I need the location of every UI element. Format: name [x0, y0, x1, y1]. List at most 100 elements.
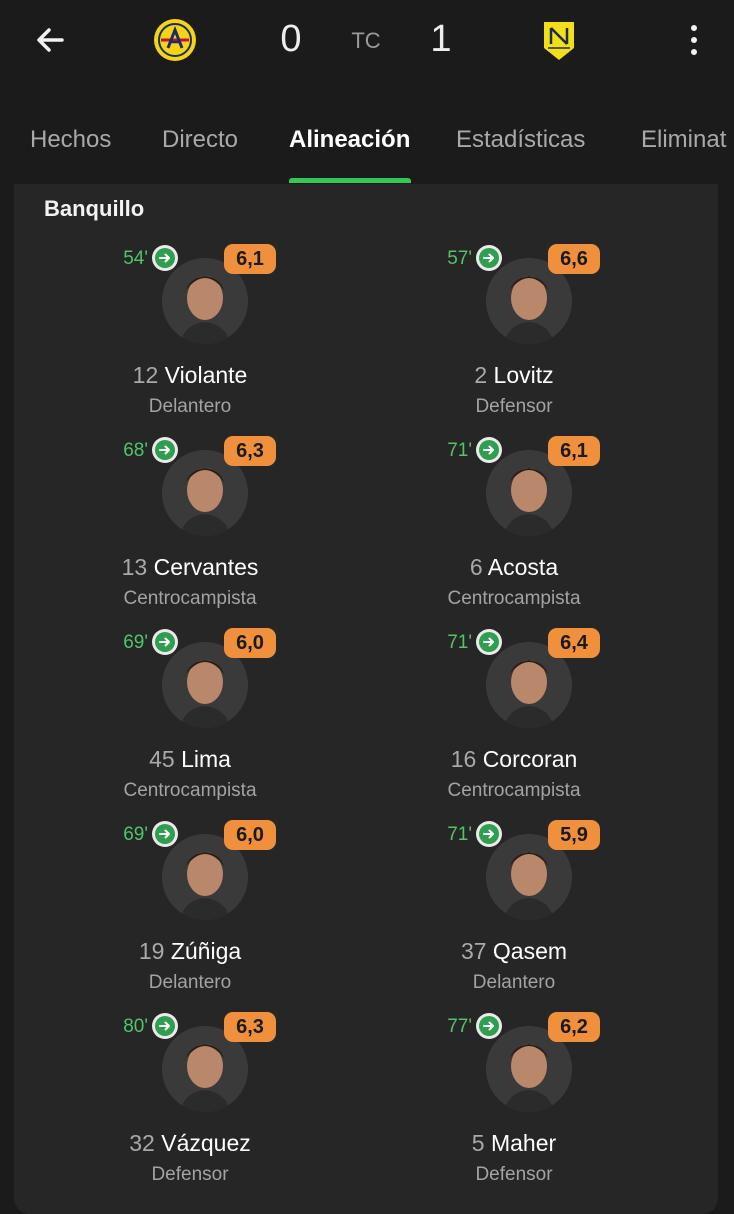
player-number: 19	[138, 938, 165, 964]
player-name-line: 32 Vázquez	[40, 1130, 340, 1157]
player-card-away[interactable]: 71' 6,1 6 Acosta Centrocampista	[364, 432, 664, 612]
player-name-line: 12 Violante	[40, 362, 340, 389]
away-team-logo[interactable]	[537, 18, 581, 62]
player-name: Qasem	[492, 938, 568, 964]
player-name-line: 37 Qasem	[364, 938, 664, 965]
substitution-minute: 69'	[123, 632, 148, 653]
bench-panel: Banquillo 54' 6,1 12 Violante Delantero 68' 6…	[14, 184, 718, 1214]
player-name-line: 5 Maher	[364, 1130, 664, 1157]
player-number: 6	[469, 554, 483, 580]
substitution-in-icon	[152, 245, 178, 271]
more-options-button[interactable]	[676, 18, 712, 62]
player-card-away[interactable]: 57' 6,6 2 Lovitz Defensor	[364, 240, 664, 420]
player-name-line: 2 Lovitz	[364, 362, 664, 389]
player-name: Corcoran	[482, 746, 578, 772]
tab-hechos[interactable]: Hechos	[30, 126, 111, 154]
substitution-in-icon	[476, 821, 502, 847]
player-number: 12	[132, 362, 159, 388]
player-name: Zúñiga	[170, 938, 242, 964]
player-position: Delantero	[148, 972, 232, 993]
more-vertical-icon	[691, 25, 697, 31]
player-position: Centrocampista	[123, 588, 257, 609]
tab-estadisticas[interactable]: Estadísticas	[456, 126, 585, 154]
substitution-in-icon	[152, 629, 178, 655]
nashville-sc-crest-icon	[544, 22, 574, 60]
player-number: 5	[471, 1130, 485, 1156]
player-card-home[interactable]: 68' 6,3 13 Cervantes Centrocampista	[40, 432, 340, 612]
player-card-away[interactable]: 77' 6,2 5 Maher Defensor	[364, 1008, 664, 1188]
substitution-minute: 80'	[123, 1016, 148, 1037]
home-score: 0	[280, 18, 302, 60]
substitution-minute: 54'	[123, 248, 148, 269]
match-header: 0 TC 1	[0, 0, 734, 90]
player-position: Delantero	[148, 396, 232, 417]
substitution-minute: 71'	[447, 632, 472, 653]
substitution-in-icon	[152, 1013, 178, 1039]
player-number: 2	[474, 362, 488, 388]
substitution-in-icon	[476, 1013, 502, 1039]
substitution-minute: 77'	[447, 1016, 472, 1037]
player-number: 37	[460, 938, 487, 964]
home-team-logo[interactable]	[153, 18, 197, 62]
player-name-line: 19 Zúñiga	[40, 938, 340, 965]
player-name-line: 45 Lima	[40, 746, 340, 773]
player-rating-badge: 6,0	[224, 628, 276, 658]
player-name: Maher	[490, 1130, 557, 1156]
player-rating-badge: 6,6	[548, 244, 600, 274]
player-card-away[interactable]: 71' 5,9 37 Qasem Delantero	[364, 816, 664, 996]
away-score: 1	[430, 18, 452, 60]
player-name-line: 13 Cervantes	[40, 554, 340, 581]
player-position: Centrocampista	[123, 780, 257, 801]
tab-eliminatorias[interactable]: Eliminat	[641, 126, 726, 154]
player-position: Centrocampista	[447, 780, 581, 801]
back-button[interactable]	[30, 20, 70, 60]
substitution-minute: 71'	[447, 824, 472, 845]
substitution-minute: 57'	[447, 248, 472, 269]
player-name: Violante	[164, 362, 248, 388]
player-position: Centrocampista	[447, 588, 581, 609]
player-rating-badge: 6,3	[224, 1012, 276, 1042]
player-card-home[interactable]: 54' 6,1 12 Violante Delantero	[40, 240, 340, 420]
tab-bar: Hechos Directo Alineación Estadísticas E…	[0, 100, 734, 184]
player-number: 45	[149, 746, 175, 772]
substitution-minute: 71'	[447, 440, 472, 461]
player-rating-badge: 5,9	[548, 820, 600, 850]
match-status: TC	[351, 28, 381, 53]
section-title: Banquillo	[44, 196, 145, 221]
substitution-in-icon	[152, 821, 178, 847]
player-position: Defensor	[475, 396, 553, 417]
player-number: 13	[121, 554, 148, 580]
player-card-away[interactable]: 71' 6,4 16 Corcoran Centrocampista	[364, 624, 664, 804]
player-name-line: 16 Corcoran	[364, 746, 664, 773]
player-number: 16	[450, 746, 477, 772]
player-name-line: 6 Acosta	[364, 554, 664, 581]
player-name: Lovitz	[493, 362, 554, 388]
player-rating-badge: 6,4	[548, 628, 600, 658]
club-america-crest-icon	[154, 19, 196, 61]
player-rating-badge: 6,1	[548, 436, 600, 466]
player-card-home[interactable]: 69' 6,0 19 Zúñiga Delantero	[40, 816, 340, 996]
player-rating-badge: 6,3	[224, 436, 276, 466]
active-tab-indicator	[289, 178, 411, 183]
player-number: 32	[129, 1130, 155, 1156]
player-rating-badge: 6,1	[224, 244, 276, 274]
substitution-in-icon	[152, 437, 178, 463]
player-card-home[interactable]: 80' 6,3 32 Vázquez Defensor	[40, 1008, 340, 1188]
player-name: Vázquez	[161, 1130, 251, 1156]
tab-directo[interactable]: Directo	[162, 126, 238, 154]
player-name: Lima	[181, 746, 231, 772]
player-card-home[interactable]: 69' 6,0 45 Lima Centrocampista	[40, 624, 340, 804]
substitution-in-icon	[476, 245, 502, 271]
arrow-left-icon	[37, 28, 64, 52]
tab-alineacion[interactable]: Alineación	[289, 126, 410, 154]
substitution-minute: 68'	[123, 440, 148, 461]
substitution-minute: 69'	[123, 824, 148, 845]
player-name: Acosta	[487, 554, 559, 580]
player-rating-badge: 6,2	[548, 1012, 600, 1042]
player-rating-badge: 6,0	[224, 820, 276, 850]
player-position: Delantero	[472, 972, 556, 993]
substitution-in-icon	[476, 437, 502, 463]
player-position: Defensor	[475, 1164, 553, 1185]
player-position: Defensor	[151, 1164, 229, 1185]
player-name: Cervantes	[153, 554, 259, 580]
